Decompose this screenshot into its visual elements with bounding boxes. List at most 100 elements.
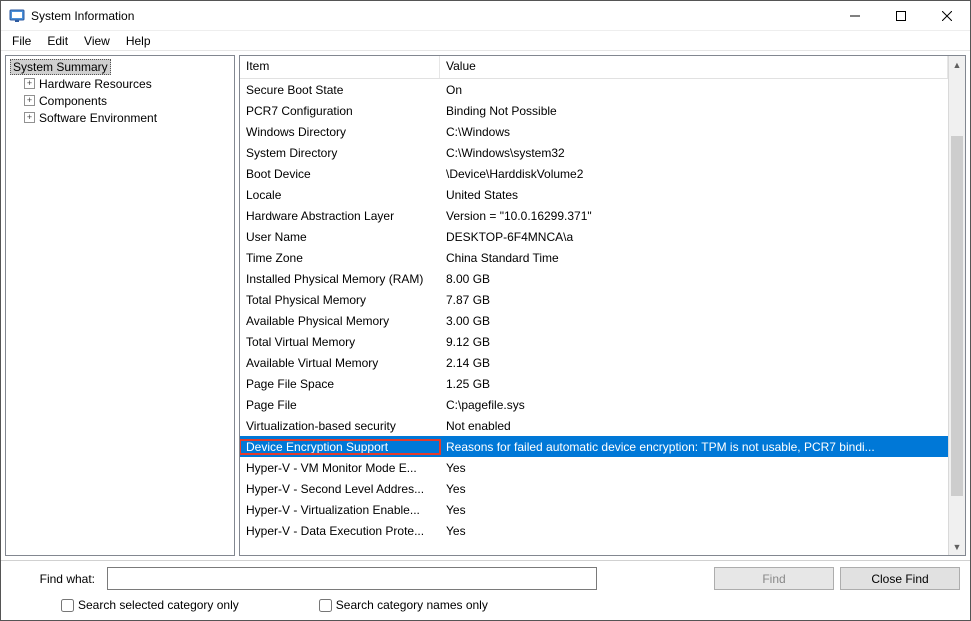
list-row[interactable]: PCR7 ConfigurationBinding Not Possible [240, 100, 948, 121]
cell-item: Device Encryption Support [240, 440, 440, 454]
menu-file[interactable]: File [5, 32, 38, 50]
cell-item: Available Physical Memory [240, 314, 440, 328]
list-row[interactable]: Time ZoneChina Standard Time [240, 247, 948, 268]
vertical-scrollbar[interactable]: ▲ ▼ [948, 56, 965, 555]
list-row[interactable]: Installed Physical Memory (RAM)8.00 GB [240, 268, 948, 289]
cell-item: System Directory [240, 146, 440, 160]
cell-value: 1.25 GB [440, 377, 948, 391]
checkbox-search-names[interactable]: Search category names only [319, 598, 488, 612]
menu-help[interactable]: Help [119, 32, 158, 50]
cell-item: Total Physical Memory [240, 293, 440, 307]
navigation-tree[interactable]: System Summary +Hardware Resources+Compo… [5, 55, 235, 556]
maximize-button[interactable] [878, 1, 924, 31]
close-button[interactable] [924, 1, 970, 31]
cell-item: Hyper-V - Virtualization Enable... [240, 503, 440, 517]
minimize-button[interactable] [832, 1, 878, 31]
cell-value: \Device\HarddiskVolume2 [440, 167, 948, 181]
expand-icon[interactable]: + [24, 78, 35, 89]
tree-label: Software Environment [39, 111, 157, 125]
cell-value: C:\Windows [440, 125, 948, 139]
tree-node[interactable]: + Components [6, 92, 234, 109]
window-title: System Information [31, 9, 134, 23]
cell-value: Binding Not Possible [440, 104, 948, 118]
find-button[interactable]: Find [714, 567, 834, 590]
list-row[interactable]: Device Encryption SupportReasons for fai… [240, 436, 948, 457]
cell-value: 3.00 GB [440, 314, 948, 328]
list-row[interactable]: Secure Boot StateOn [240, 79, 948, 100]
tree-node[interactable]: +Hardware Resources [6, 75, 234, 92]
list-row[interactable]: User NameDESKTOP-6F4MNCA\a [240, 226, 948, 247]
list-row[interactable]: Available Virtual Memory2.14 GB [240, 352, 948, 373]
list-row[interactable]: Available Physical Memory3.00 GB [240, 310, 948, 331]
list-row[interactable]: Hyper-V - Second Level Addres...Yes [240, 478, 948, 499]
list-row[interactable]: Hardware Abstraction LayerVersion = "10.… [240, 205, 948, 226]
list-row[interactable]: Hyper-V - VM Monitor Mode E...Yes [240, 457, 948, 478]
checkbox-input[interactable] [61, 599, 74, 612]
cell-item: Page File Space [240, 377, 440, 391]
cell-value: Yes [440, 524, 948, 538]
cell-value: Not enabled [440, 419, 948, 433]
list-row[interactable]: Total Physical Memory7.87 GB [240, 289, 948, 310]
cell-value: Reasons for failed automatic device encr… [440, 440, 948, 454]
checkbox-search-selected[interactable]: Search selected category only [61, 598, 239, 612]
checkbox-label: Search selected category only [78, 598, 239, 612]
scroll-down-icon[interactable]: ▼ [949, 538, 965, 555]
checkbox-label: Search category names only [336, 598, 488, 612]
menu-view[interactable]: View [77, 32, 117, 50]
cell-value: C:\pagefile.sys [440, 398, 948, 412]
menu-edit[interactable]: Edit [40, 32, 75, 50]
list-header: Item Value [240, 56, 948, 79]
close-find-button[interactable]: Close Find [840, 567, 960, 590]
cell-item: Hardware Abstraction Layer [240, 209, 440, 223]
cell-value: Version = "10.0.16299.371" [440, 209, 948, 223]
cell-item: Available Virtual Memory [240, 356, 440, 370]
list-row[interactable]: Virtualization-based securityNot enabled [240, 415, 948, 436]
cell-value: Yes [440, 503, 948, 517]
scroll-thumb[interactable] [951, 136, 963, 496]
column-header-item[interactable]: Item [240, 56, 440, 78]
cell-item: Installed Physical Memory (RAM) [240, 272, 440, 286]
list-row[interactable]: Windows DirectoryC:\Windows [240, 121, 948, 142]
app-icon [9, 8, 25, 24]
cell-item: Boot Device [240, 167, 440, 181]
cell-item: Hyper-V - Data Execution Prote... [240, 524, 440, 538]
cell-item: PCR7 Configuration [240, 104, 440, 118]
cell-value: Yes [440, 482, 948, 496]
list-row[interactable]: Page File Space1.25 GB [240, 373, 948, 394]
expand-icon[interactable]: + [24, 95, 35, 106]
list-row[interactable]: Boot Device\Device\HarddiskVolume2 [240, 163, 948, 184]
cell-item: Virtualization-based security [240, 419, 440, 433]
tree-label: Components [39, 94, 107, 108]
cell-item: User Name [240, 230, 440, 244]
title-bar: System Information [1, 1, 970, 31]
tree-root-system-summary[interactable]: System Summary [6, 58, 234, 75]
cell-item: Windows Directory [240, 125, 440, 139]
main-content: System Summary +Hardware Resources+Compo… [1, 51, 970, 560]
checkbox-input[interactable] [319, 599, 332, 612]
find-panel: Find what: Find Close Find Search select… [1, 560, 970, 620]
find-input[interactable] [107, 567, 597, 590]
scroll-up-icon[interactable]: ▲ [949, 56, 965, 73]
cell-item: Hyper-V - VM Monitor Mode E... [240, 461, 440, 475]
cell-value: 8.00 GB [440, 272, 948, 286]
cell-value: On [440, 83, 948, 97]
cell-value: DESKTOP-6F4MNCA\a [440, 230, 948, 244]
list-row[interactable]: System DirectoryC:\Windows\system32 [240, 142, 948, 163]
list-row[interactable]: Total Virtual Memory9.12 GB [240, 331, 948, 352]
details-list: Item Value Secure Boot StateOnPCR7 Confi… [239, 55, 966, 556]
cell-item: Locale [240, 188, 440, 202]
list-row[interactable]: LocaleUnited States [240, 184, 948, 205]
cell-item: Secure Boot State [240, 83, 440, 97]
expand-icon[interactable]: + [24, 112, 35, 123]
list-row[interactable]: Hyper-V - Data Execution Prote...Yes [240, 520, 948, 541]
column-header-value[interactable]: Value [440, 56, 948, 78]
find-label: Find what: [11, 572, 101, 586]
cell-value: 7.87 GB [440, 293, 948, 307]
list-row[interactable]: Hyper-V - Virtualization Enable...Yes [240, 499, 948, 520]
cell-value: C:\Windows\system32 [440, 146, 948, 160]
cell-item: Time Zone [240, 251, 440, 265]
tree-node[interactable]: + Software Environment [6, 109, 234, 126]
cell-value: China Standard Time [440, 251, 948, 265]
cell-value: 2.14 GB [440, 356, 948, 370]
list-row[interactable]: Page FileC:\pagefile.sys [240, 394, 948, 415]
